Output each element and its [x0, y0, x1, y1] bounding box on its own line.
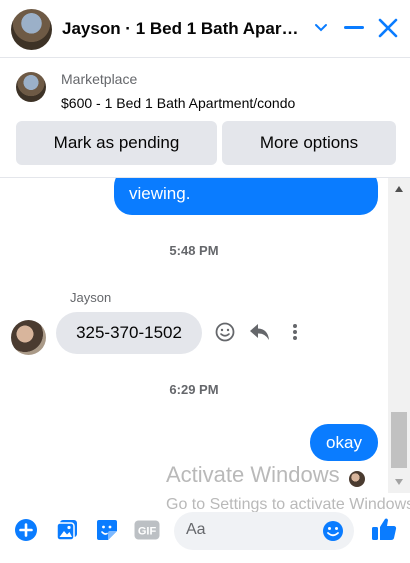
plus-icon[interactable]	[13, 517, 39, 543]
listing-title[interactable]: $600 - 1 Bed 1 Bath Apartment/condo	[61, 95, 295, 111]
chevron-down-icon[interactable]	[307, 14, 335, 42]
mark-as-pending-button[interactable]: Mark as pending	[16, 121, 217, 165]
message-list[interactable]: viewing. 5:48 PM Jayson 325-370-1502 6:2…	[0, 178, 388, 510]
minimize-icon[interactable]	[340, 14, 368, 42]
sender-avatar[interactable]	[11, 320, 46, 355]
scrollbar-thumb[interactable]	[391, 412, 407, 468]
seen-avatar	[349, 471, 365, 487]
incoming-message-bubble[interactable]: 325-370-1502	[56, 312, 202, 354]
reply-icon[interactable]	[248, 320, 272, 344]
listing-thumbnail[interactable]	[16, 72, 46, 102]
outgoing-message-bubble[interactable]: viewing.	[114, 178, 378, 215]
scroll-up-arrow-icon[interactable]	[388, 178, 410, 200]
message-input[interactable]	[186, 521, 316, 539]
gif-icon[interactable]: GIF	[134, 517, 160, 543]
activation-watermark-title: Activate Windows	[166, 462, 340, 487]
more-icon[interactable]	[283, 320, 307, 344]
more-options-button[interactable]: More options	[222, 121, 396, 165]
photo-icon[interactable]	[54, 517, 80, 543]
chat-header: Jayson · 1 Bed 1 Bath Apartment/condo	[0, 0, 410, 58]
marketplace-label: Marketplace	[61, 71, 138, 87]
sender-name: Jayson	[70, 290, 112, 305]
gif-label: GIF	[138, 526, 157, 538]
timestamp: 6:29 PM	[169, 382, 219, 397]
marketplace-panel: Marketplace $600 - 1 Bed 1 Bath Apartmen…	[0, 58, 410, 178]
emoji-icon[interactable]	[320, 518, 346, 544]
outgoing-message-bubble[interactable]: okay	[310, 424, 378, 461]
chat-title[interactable]: Jayson · 1 Bed 1 Bath Apartment/condo	[62, 19, 304, 39]
message-composer: GIF	[0, 510, 410, 563]
scroll-down-arrow-icon[interactable]	[388, 471, 410, 493]
timestamp: 5:48 PM	[169, 243, 219, 258]
sticker-icon[interactable]	[94, 517, 120, 543]
like-icon[interactable]	[371, 516, 397, 542]
listing-avatar[interactable]	[11, 9, 52, 50]
chat-window: Jayson · 1 Bed 1 Bath Apartment/condo Ma…	[0, 0, 410, 563]
message-scrollbar[interactable]	[388, 178, 410, 493]
react-icon[interactable]	[213, 320, 237, 344]
close-icon[interactable]	[374, 14, 402, 42]
